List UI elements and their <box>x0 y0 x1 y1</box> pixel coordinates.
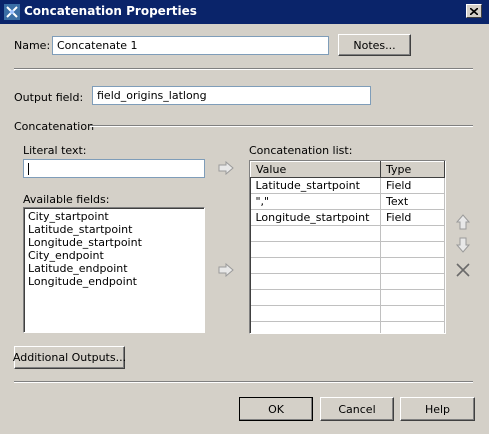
arrow-right-icon <box>218 160 234 176</box>
title-bar: Concatenation Properties <box>0 0 489 24</box>
cell-type <box>380 241 445 258</box>
cell-value <box>250 241 381 258</box>
table-row[interactable]: Longitude_startpoint Field <box>250 209 445 226</box>
window-title: Concatenation Properties <box>24 4 197 18</box>
cell-type <box>380 321 445 333</box>
list-item[interactable]: Longitude_endpoint <box>26 275 202 288</box>
column-header-value[interactable]: Value <box>250 161 381 178</box>
output-field-input[interactable]: field_origins_latlong <box>92 86 371 105</box>
cell-value: "," <box>250 193 381 210</box>
cell-value <box>250 257 381 274</box>
divider <box>14 68 473 70</box>
delete-button[interactable] <box>456 263 470 277</box>
cell-type <box>380 289 445 306</box>
close-button[interactable] <box>466 4 482 18</box>
name-input[interactable]: Concatenate 1 <box>52 36 329 55</box>
list-item[interactable]: City_endpoint <box>26 249 202 262</box>
table-header: Value Type <box>250 161 445 178</box>
cell-type <box>380 225 445 242</box>
arrow-up-icon <box>455 214 471 230</box>
cell-value <box>250 321 381 333</box>
list-item[interactable]: City_startpoint <box>26 210 202 223</box>
concatenation-group-line <box>90 125 473 127</box>
table-row[interactable] <box>250 289 445 306</box>
table-row[interactable] <box>250 225 445 242</box>
arrow-right-icon <box>218 262 234 278</box>
list-item[interactable]: Longitude_startpoint <box>26 236 202 249</box>
add-field-button[interactable] <box>218 262 234 278</box>
concatenation-list-table[interactable]: Value Type Latitude_startpoint Field ","… <box>249 160 446 334</box>
cell-type <box>380 257 445 274</box>
cell-value <box>250 225 381 242</box>
cell-type: Field <box>380 209 445 226</box>
name-label: Name: <box>14 39 51 52</box>
literal-text-input[interactable] <box>23 159 205 178</box>
table-row[interactable] <box>250 305 445 322</box>
table-row[interactable]: Latitude_startpoint Field <box>250 177 445 194</box>
cell-type: Field <box>380 177 445 194</box>
cancel-button[interactable]: Cancel <box>320 397 394 421</box>
ok-button[interactable]: OK <box>239 397 313 421</box>
table-row[interactable]: "," Text <box>250 193 445 210</box>
add-literal-button[interactable] <box>218 160 234 176</box>
available-fields-list[interactable]: City_startpoint Latitude_startpoint Long… <box>23 207 205 333</box>
cell-value: Latitude_startpoint <box>250 177 381 194</box>
literal-text-label: Literal text: <box>23 144 87 157</box>
cell-value: Longitude_startpoint <box>250 209 381 226</box>
table-row[interactable] <box>250 257 445 274</box>
additional-outputs-button[interactable]: Additional Outputs... <box>13 346 126 369</box>
cell-type: Text <box>380 193 445 210</box>
cell-value <box>250 273 381 290</box>
concatenation-grid: Value Type Latitude_startpoint Field ","… <box>250 161 445 333</box>
arrow-down-icon <box>455 237 471 253</box>
divider <box>14 381 473 383</box>
table-row[interactable] <box>250 273 445 290</box>
move-down-button[interactable] <box>455 237 471 253</box>
available-fields-label: Available fields: <box>23 193 110 206</box>
cell-value <box>250 305 381 322</box>
cell-type <box>380 273 445 290</box>
list-item[interactable]: Latitude_startpoint <box>26 223 202 236</box>
app-icon <box>4 4 20 20</box>
output-field-label: Output field: <box>14 91 84 104</box>
text-cursor <box>28 163 29 175</box>
cell-value <box>250 289 381 306</box>
concatenation-list-label: Concatenation list: <box>249 144 353 157</box>
delete-icon <box>456 263 470 277</box>
cell-type <box>380 305 445 322</box>
table-row[interactable] <box>250 241 445 258</box>
help-button[interactable]: Help <box>400 397 475 421</box>
concatenation-group-label: Concatenation <box>14 120 95 133</box>
table-row[interactable] <box>250 321 445 333</box>
close-icon <box>470 7 478 15</box>
column-header-type[interactable]: Type <box>380 161 445 178</box>
notes-button[interactable]: Notes... <box>338 34 411 56</box>
move-up-button[interactable] <box>455 214 471 230</box>
list-item[interactable]: Latitude_endpoint <box>26 262 202 275</box>
